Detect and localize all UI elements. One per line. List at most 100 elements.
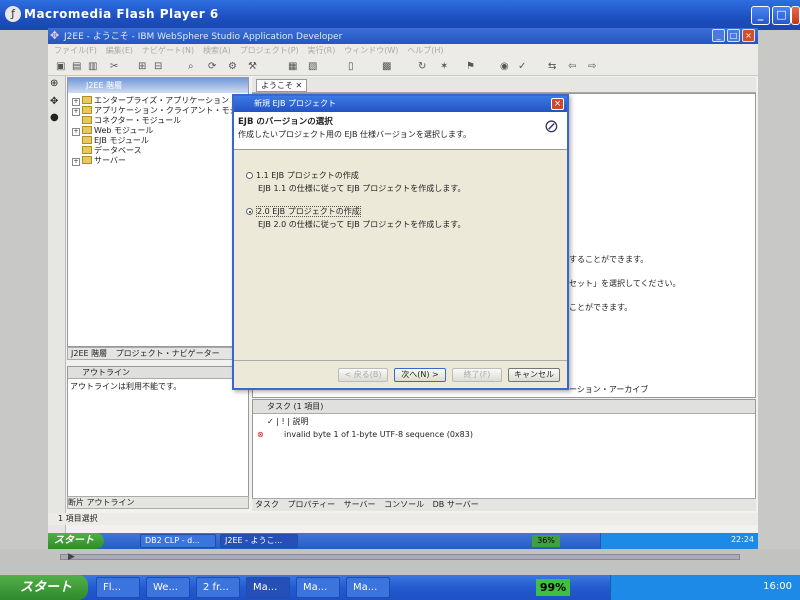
external-tools-icon[interactable]: ⚑ xyxy=(466,60,475,74)
inner-taskbar: スタート DB2 CLP - d... J2EE - ようこ... 36% 22… xyxy=(48,533,758,549)
table-icon[interactable]: ▩ xyxy=(382,60,391,74)
save-icon[interactable]: ▤ xyxy=(72,60,81,74)
back-arrow-icon[interactable]: ⇦ xyxy=(568,60,576,74)
ide-title: J2EE - ようこそ - IBM WebSphere Studio Appli… xyxy=(64,32,343,42)
menu-bar: ファイル(F) 編集(E) ナビゲート(N) 検索(A) プロジェクト(P) 実… xyxy=(48,44,758,58)
editor-text-4: ーション・アーカイブ xyxy=(569,385,649,394)
inner-start-button[interactable]: スタート xyxy=(48,533,104,549)
checkmark-icon[interactable]: ✓ xyxy=(518,60,526,74)
ide-close-button[interactable]: × xyxy=(742,29,755,42)
play-icon[interactable]: ▶ xyxy=(68,552,75,562)
menu-search[interactable]: 検索(A) xyxy=(203,44,231,58)
radio-ejb-1-1[interactable]: 1.1 EJB プロジェクトの作成 xyxy=(246,170,359,181)
outer-start-button[interactable]: スタート xyxy=(0,575,88,600)
tree-item-connector[interactable]: コネクター・モジュール xyxy=(82,116,181,126)
tab-tasks[interactable]: タスク xyxy=(252,500,282,509)
outer-system-tray: 16:00 xyxy=(610,575,800,600)
new-ejb-project-dialog: 新規 EJB プロジェクト × EJB のバージョンの選択 作成したいプロジェクト… xyxy=(232,94,569,390)
open-icon[interactable]: ⊟ xyxy=(154,60,162,74)
menu-navigate[interactable]: ナビゲート(N) xyxy=(142,44,194,58)
menu-help[interactable]: ヘルプ(H) xyxy=(407,44,443,58)
seek-bar[interactable] xyxy=(60,554,740,560)
outer-task-1[interactable]: Fl... xyxy=(96,577,140,598)
ejb-wizard-icon: ⊘ xyxy=(543,116,559,137)
minimize-button[interactable]: _ xyxy=(751,6,770,25)
outer-task-5[interactable]: Ma... xyxy=(296,577,340,598)
dialog-close-button[interactable]: × xyxy=(551,98,564,110)
cancel-button[interactable]: キャンセル xyxy=(508,368,560,382)
tree-item-web[interactable]: + Web モジュール xyxy=(72,126,153,136)
tab-project-navigator[interactable]: プロジェクト・ナビゲーター xyxy=(113,349,223,358)
ejb-1-1-description: EJB 1.1 の仕様に従って EJB プロジェクトを作成します。 xyxy=(258,184,466,193)
refresh-icon[interactable]: ⟳ xyxy=(208,60,216,74)
toolbar: ▣ ▤ ▥ ✂ ⊞ ⊟ ⌕ ⟳ ⚙ ⚒ ▦ ▧ ▯ ▩ ↻ ✶ ⚑ ◉ ✓ ⇆ … xyxy=(48,58,758,76)
outer-window-title: Macromedia Flash Player 6 xyxy=(24,7,219,21)
editor-tabbar: ようこそ ✕ xyxy=(252,77,756,93)
outer-task-3[interactable]: 2 fr... xyxy=(196,577,240,598)
dialog-banner: EJB のバージョンの選択 作成したいプロジェクト用の EJB 仕様バージョンを… xyxy=(234,112,567,150)
websphere-icon: ✥ xyxy=(50,29,60,42)
open-type-icon[interactable]: ⊞ xyxy=(138,60,146,74)
outer-task-6[interactable]: Ma... xyxy=(346,577,390,598)
outer-task-4[interactable]: Ma... xyxy=(246,577,290,598)
task-row[interactable]: ⊗ invalid byte 1 of 1-byte UTF-8 sequenc… xyxy=(257,430,473,439)
web-perspective-icon[interactable]: ● xyxy=(50,112,59,123)
inner-clock: 22:24 xyxy=(730,535,754,544)
outline-tabs: 断片 アウトライン xyxy=(67,496,249,509)
database-icon[interactable]: ▧ xyxy=(308,60,317,74)
next-button[interactable]: 次へ(N) > xyxy=(394,368,446,382)
tasks-column-description[interactable]: ✓ | ! | 説明 xyxy=(267,416,308,427)
build-icon[interactable]: ⚒ xyxy=(248,60,257,74)
back-button[interactable]: < 戻る(B) xyxy=(338,368,388,382)
tab-welcome[interactable]: ようこそ ✕ xyxy=(256,79,308,92)
ide-minimize-button[interactable]: _ xyxy=(712,29,725,42)
close-button[interactable] xyxy=(791,6,800,25)
menu-run[interactable]: 実行(R) xyxy=(308,44,336,58)
tab-j2ee-hierarchy[interactable]: J2EE 階層 xyxy=(68,349,110,358)
outer-title-bar: ƒ Macromedia Flash Player 6 _ □ xyxy=(0,0,800,30)
page-icon[interactable]: ▯ xyxy=(348,60,354,74)
perspective-icon[interactable]: ◉ xyxy=(500,60,509,74)
j2ee-perspective-icon[interactable]: ✥ xyxy=(50,96,58,107)
outer-clock: 16:00 xyxy=(763,581,792,592)
tree-item-server[interactable]: + サーバー xyxy=(72,156,126,166)
open-perspective-icon[interactable]: ⊕ xyxy=(50,78,58,89)
run-icon[interactable]: ↻ xyxy=(418,60,426,74)
tab-console[interactable]: コンソール xyxy=(381,500,427,509)
tab-snippets[interactable]: 断片 xyxy=(68,498,84,507)
search-icon[interactable]: ⌕ xyxy=(188,60,194,74)
tab-properties[interactable]: プロパティー xyxy=(285,500,339,509)
forward-arrow-icon[interactable]: ⇨ xyxy=(588,60,596,74)
ejb-2-0-description: EJB 2.0 の仕様に従って EJB プロジェクトを作成します。 xyxy=(258,220,466,229)
cut-icon[interactable]: ✂ xyxy=(110,60,118,74)
tab-outline[interactable]: アウトライン xyxy=(87,498,135,507)
dialog-title-bar: 新規 EJB プロジェクト × xyxy=(234,96,567,112)
server-icon[interactable]: ▦ xyxy=(288,60,297,74)
tasks-view: タスク (1 項目) ✓ | ! | 説明 ⊗ invalid byte 1 o… xyxy=(252,399,756,509)
tree-item-ejb[interactable]: EJB モジュール xyxy=(82,136,149,146)
tree-item-enterprise[interactable]: + エンタープライズ・アプリケーション xyxy=(72,96,229,106)
maximize-button[interactable]: □ xyxy=(772,6,791,25)
inner-task-db2[interactable]: DB2 CLP - d... xyxy=(140,534,216,548)
tasks-title: タスク (1 項目) xyxy=(253,400,755,414)
tab-db-servers[interactable]: DB サーバー xyxy=(430,500,482,509)
menu-edit[interactable]: 編集(E) xyxy=(106,44,133,58)
radio-ejb-2-0[interactable]: 2.0 EJB プロジェクトの作成 xyxy=(246,206,361,217)
tree-item-database[interactable]: データベース xyxy=(82,146,142,156)
inner-task-j2ee[interactable]: J2EE - ようこ... xyxy=(220,534,298,548)
view-title: J2EE 階層 xyxy=(68,78,248,93)
print-icon[interactable]: ▥ xyxy=(88,60,97,74)
menu-window[interactable]: ウィンドウ(W) xyxy=(344,44,398,58)
new-icon[interactable]: ▣ xyxy=(56,60,65,74)
gear-icon[interactable]: ⚙ xyxy=(228,60,237,74)
inner-system-tray: 22:24 xyxy=(600,533,758,549)
menu-file[interactable]: ファイル(F) xyxy=(54,44,97,58)
menu-project[interactable]: プロジェクト(P) xyxy=(240,44,299,58)
debug-icon[interactable]: ✶ xyxy=(440,60,448,74)
ide-maximize-button[interactable]: □ xyxy=(727,29,740,42)
finish-button[interactable]: 終了(F) xyxy=(452,368,502,382)
perspective-bar: ⊕ ✥ ● xyxy=(48,76,66,536)
tab-servers[interactable]: サーバー xyxy=(341,500,379,509)
sync-icon[interactable]: ⇆ xyxy=(548,60,556,74)
outer-task-2[interactable]: We... xyxy=(146,577,190,598)
